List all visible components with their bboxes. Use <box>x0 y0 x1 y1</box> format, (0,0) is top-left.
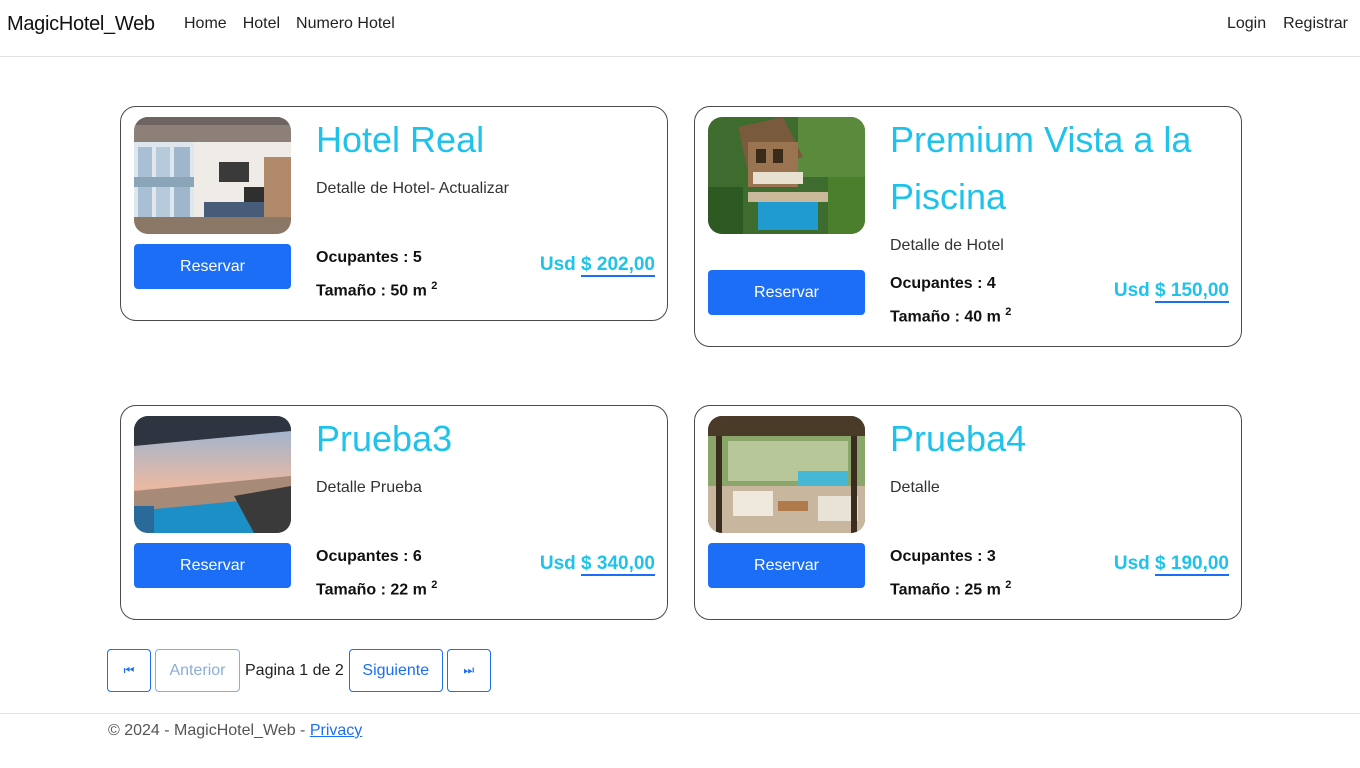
siguiente-button[interactable]: Siguiente <box>348 649 443 692</box>
price: Usd $ 150,00 <box>1113 280 1229 303</box>
hotel-card: Reservar Prueba4 Detalle Ocupantes : 3 T… <box>694 405 1242 620</box>
hotel-image <box>708 117 865 234</box>
hotel-card: Reservar Prueba3 Detalle Prueba Ocupante… <box>120 405 668 620</box>
navbar: MagicHotel_Web Home Hotel Numero Hotel L… <box>0 0 1360 57</box>
first-page-button[interactable]: ⏮ <box>107 649 151 692</box>
price-currency: Usd <box>539 553 576 574</box>
tamano: Tamaño : 25 m <box>890 581 1001 599</box>
hotel-stats: Ocupantes : 5 Tamaño : 50 m 2 <box>316 244 437 305</box>
hotel-image <box>708 416 865 533</box>
price: Usd $ 340,00 <box>539 553 655 576</box>
price-currency: Usd <box>539 254 576 275</box>
tamano: Tamaño : 50 m <box>316 282 427 300</box>
tamano-unit-sup: 2 <box>1005 306 1012 318</box>
price-amount[interactable]: $ 190,00 <box>1155 553 1229 576</box>
price-amount[interactable]: $ 202,00 <box>581 254 655 277</box>
ocupantes: Ocupantes : 5 <box>316 249 422 266</box>
tamano-row: Tamaño : 22 m 2 <box>316 571 437 604</box>
price-currency: Usd <box>1113 553 1150 574</box>
footer: © 2024 - MagicHotel_Web - Privacy <box>0 713 1360 768</box>
hotel-detail: Detalle de Hotel <box>890 237 1004 254</box>
copyright: © 2024 - MagicHotel_Web - <box>108 722 310 739</box>
hotel-name: Hotel Real <box>316 119 485 160</box>
price: Usd $ 202,00 <box>539 254 655 277</box>
nav-numero-hotel[interactable]: Numero Hotel <box>296 15 395 33</box>
ocupantes: Ocupantes : 3 <box>890 548 996 565</box>
hotel-stats: Ocupantes : 6 Tamaño : 22 m 2 <box>316 543 437 604</box>
brand-link[interactable]: MagicHotel_Web <box>7 13 155 36</box>
hotel-name: Premium Vista a la Piscina <box>890 119 1192 217</box>
reservar-button[interactable]: Reservar <box>708 543 865 588</box>
page-indicator: Pagina 1 de 2 <box>245 661 344 679</box>
price: Usd $ 190,00 <box>1113 553 1229 576</box>
nav-hotel[interactable]: Hotel <box>243 15 280 33</box>
hotel-image <box>134 416 291 533</box>
hotel-detail: Detalle de Hotel- Actualizar <box>316 180 509 197</box>
tamano-row: Tamaño : 50 m 2 <box>316 272 437 305</box>
price-amount[interactable]: $ 150,00 <box>1155 280 1229 303</box>
last-page-button[interactable]: ⏭ <box>446 649 491 692</box>
tamano-row: Tamaño : 25 m 2 <box>890 571 1011 604</box>
nav-links: Home Hotel Numero Hotel <box>184 15 395 33</box>
pagination: ⏮ Anterior Pagina 1 de 2 Siguiente ⏭ <box>107 648 491 693</box>
first-page-icon: ⏮ <box>123 663 135 677</box>
reservar-button[interactable]: Reservar <box>134 244 291 289</box>
hotel-name: Prueba3 <box>316 418 453 459</box>
reservar-button[interactable]: Reservar <box>134 543 291 588</box>
tamano-row: Tamaño : 40 m 2 <box>890 298 1011 331</box>
footer-text: © 2024 - MagicHotel_Web - Privacy <box>108 722 362 740</box>
tamano: Tamaño : 40 m <box>890 308 1001 326</box>
ocupantes: Ocupantes : 4 <box>890 275 996 292</box>
tamano-unit-sup: 2 <box>431 579 438 591</box>
ocupantes: Ocupantes : 6 <box>316 548 422 565</box>
nav-login[interactable]: Login <box>1227 15 1266 33</box>
hotel-stats: Ocupantes : 3 Tamaño : 25 m 2 <box>890 543 1011 604</box>
hotel-image <box>134 117 291 234</box>
last-page-icon: ⏭ <box>463 663 475 677</box>
nav-registrar[interactable]: Registrar <box>1283 15 1348 33</box>
hotel-detail: Detalle <box>890 479 940 496</box>
price-currency: Usd <box>1113 280 1150 301</box>
hotel-name: Prueba4 <box>890 418 1027 459</box>
hotel-card: Reservar Hotel Real Detalle de Hotel- Ac… <box>120 106 668 321</box>
reservar-button[interactable]: Reservar <box>708 270 865 315</box>
price-amount[interactable]: $ 340,00 <box>581 553 655 576</box>
tamano: Tamaño : 22 m <box>316 581 427 599</box>
nav-home[interactable]: Home <box>184 15 227 33</box>
hotel-stats: Ocupantes : 4 Tamaño : 40 m 2 <box>890 270 1011 331</box>
hotel-detail: Detalle Prueba <box>316 479 422 496</box>
anterior-button[interactable]: Anterior <box>155 649 240 692</box>
privacy-link[interactable]: Privacy <box>310 722 362 739</box>
nav-auth: Login Registrar <box>1227 15 1348 33</box>
tamano-unit-sup: 2 <box>431 280 438 292</box>
tamano-unit-sup: 2 <box>1005 579 1012 591</box>
hotel-card: Reservar Premium Vista a la Piscina Deta… <box>694 106 1242 347</box>
